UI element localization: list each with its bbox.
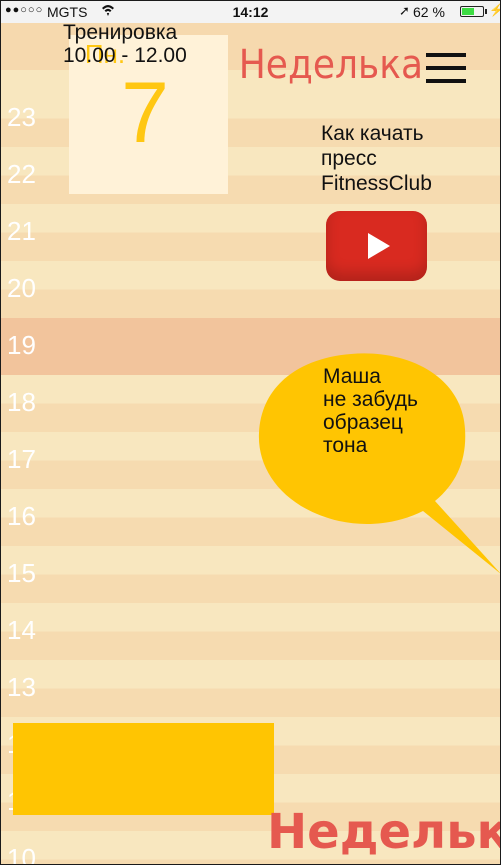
hour-label: 14 bbox=[7, 615, 36, 645]
charging-icon: ⚡ bbox=[489, 3, 500, 17]
hour-label: 13 bbox=[7, 672, 36, 702]
location-icon: ➚ bbox=[399, 3, 410, 18]
footer-brand: Неделька bbox=[267, 804, 500, 860]
hour-label: 16 bbox=[7, 501, 36, 531]
hour-label: 17 bbox=[7, 444, 36, 474]
menu-line bbox=[426, 66, 466, 70]
event-time: 10.00 - 12.00 bbox=[63, 44, 187, 67]
battery-fill bbox=[462, 8, 474, 15]
menu-line bbox=[426, 79, 466, 83]
hour-label: 23 bbox=[7, 102, 36, 132]
video-note-title[interactable]: Как качать пресс FitnessClub bbox=[321, 121, 491, 196]
app-title: Неделька bbox=[238, 42, 423, 88]
hour-label: 15 bbox=[7, 558, 36, 588]
youtube-play-icon[interactable] bbox=[326, 211, 427, 281]
hour-label: 21 bbox=[7, 216, 36, 246]
event-title: Тренировка bbox=[63, 21, 178, 44]
battery-percent: 62 % bbox=[413, 4, 445, 20]
hamburger-menu-icon[interactable] bbox=[426, 53, 466, 83]
hour-label: 10 bbox=[7, 843, 36, 865]
reminder-text: Маша не забудь образец тона bbox=[323, 365, 418, 457]
hour-row[interactable] bbox=[1, 660, 500, 717]
hour-label: 19 bbox=[7, 330, 36, 360]
status-bar: ●●○○○ MGTS 14:12 ➚ 62 % ⚡ bbox=[1, 1, 500, 23]
hour-label: 18 bbox=[7, 387, 36, 417]
day-number: 7 bbox=[121, 65, 169, 161]
event-block[interactable] bbox=[13, 723, 274, 815]
battery-tip bbox=[485, 9, 487, 14]
hour-label: 20 bbox=[7, 273, 36, 303]
phone-screen: 2322212019181716151413121110 ●●○○○ MGTS … bbox=[0, 0, 501, 865]
hour-label: 22 bbox=[7, 159, 36, 189]
battery-icon bbox=[460, 6, 484, 17]
menu-line bbox=[426, 53, 466, 57]
hour-row[interactable] bbox=[1, 603, 500, 660]
play-triangle-icon bbox=[368, 233, 390, 259]
